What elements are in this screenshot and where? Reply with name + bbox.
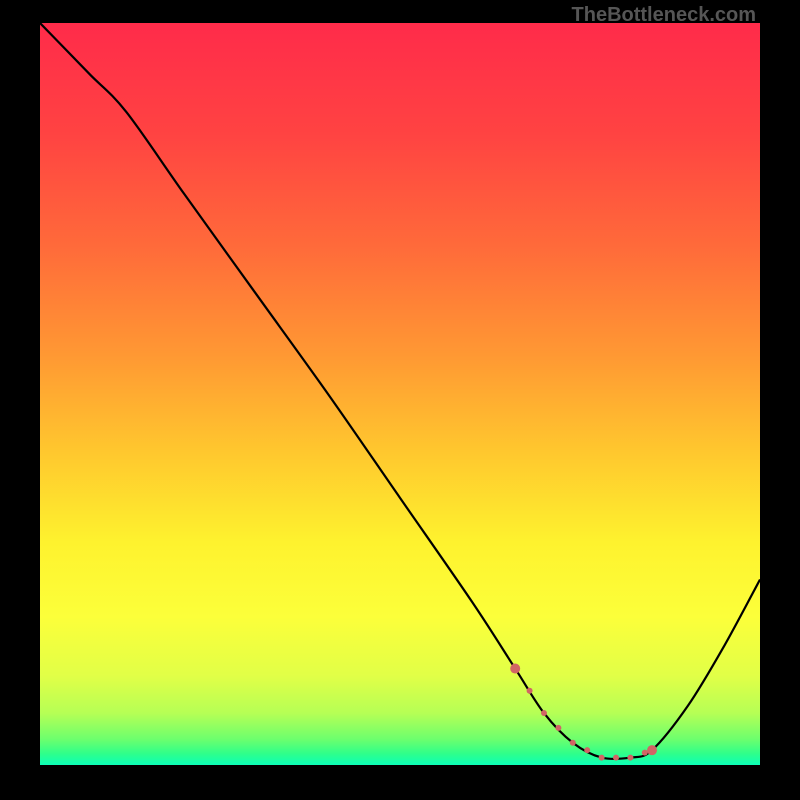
curve-marker-dot bbox=[541, 710, 547, 716]
curve-marker-dot bbox=[584, 747, 590, 753]
watermark-text: TheBottleneck.com bbox=[572, 4, 756, 27]
curve-marker-dot bbox=[647, 745, 657, 755]
curve-marker-dot bbox=[642, 750, 648, 756]
curve-marker-dot bbox=[627, 755, 633, 761]
curve-marker-dot bbox=[599, 755, 605, 761]
chart-container: TheBottleneck.com bbox=[0, 0, 800, 800]
gradient-background bbox=[40, 23, 760, 765]
curve-marker-dot bbox=[570, 740, 576, 746]
curve-marker-dot bbox=[510, 664, 520, 674]
curve-marker-dot bbox=[613, 755, 619, 761]
chart-svg bbox=[40, 23, 760, 765]
plot-area bbox=[40, 23, 760, 765]
curve-marker-dot bbox=[527, 688, 533, 694]
curve-marker-dot bbox=[555, 725, 561, 731]
